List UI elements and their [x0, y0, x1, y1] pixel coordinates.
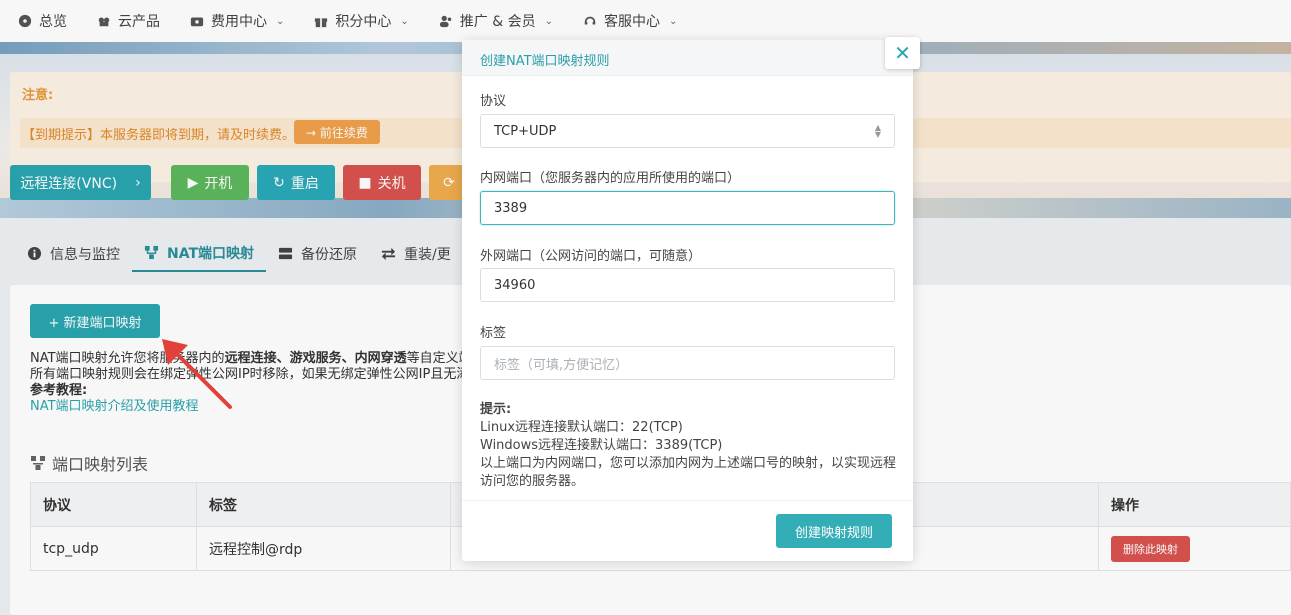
tips-line: Windows远程连接默认端口：3389(TCP) — [480, 438, 723, 453]
inner-port-input[interactable]: 3389 — [480, 191, 895, 225]
tips-block: 提示: Linux远程连接默认端口：22(TCP) Windows远程连接默认端… — [480, 401, 900, 491]
create-nat-rule-dialog: 创建NAT端口映射规则 协议 TCP+UDP ▲ ▼ 内网端口（您服务器内的应用所… — [462, 40, 913, 561]
tips-line: Linux远程连接默认端口：22(TCP) — [480, 420, 683, 435]
protocol-value: TCP+UDP — [494, 123, 557, 139]
outer-port-label: 外网端口（公网访问的端口，可随意） — [480, 249, 702, 264]
outer-port-input[interactable]: 34960 — [480, 268, 895, 302]
tips-title: 提示: — [480, 402, 512, 417]
inner-port-label: 内网端口（您服务器内的应用所使用的端口） — [480, 171, 741, 186]
create-rule-button[interactable]: 创建映射规则 — [776, 514, 892, 548]
protocol-select[interactable]: TCP+UDP ▲ ▼ — [480, 114, 895, 148]
protocol-label: 协议 — [480, 94, 507, 109]
dialog-header: 创建NAT端口映射规则 — [462, 40, 913, 76]
tag-input[interactable]: 标签（可填,方便记忆） — [480, 346, 895, 380]
tips-line: 以上端口为内网端口，您可以添加内网为上述端口号的映射，以实现远程访问您的服务器。 — [480, 456, 897, 489]
select-arrows-icon: ▲ ▼ — [874, 123, 881, 139]
tag-label: 标签 — [480, 326, 507, 341]
tag-placeholder: 标签（可填,方便记忆） — [494, 357, 629, 373]
close-icon[interactable]: ✕ — [885, 37, 920, 69]
outer-port-value: 34960 — [494, 277, 536, 293]
dialog-title: 创建NAT端口映射规则 — [480, 54, 610, 69]
inner-port-value: 3389 — [494, 200, 528, 216]
